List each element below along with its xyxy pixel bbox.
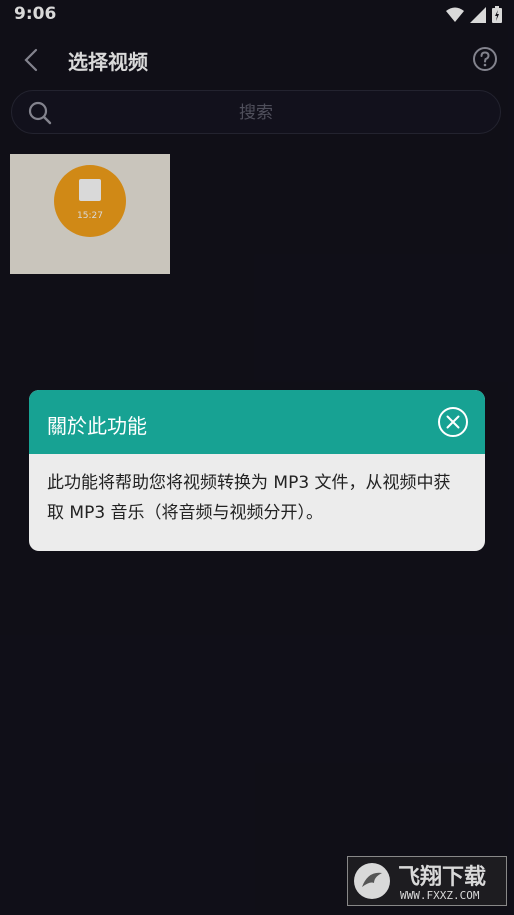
dialog-close-button[interactable] bbox=[437, 406, 469, 438]
dialog-body-text: 此功能将帮助您将视频转换为 MP3 文件，从视频中获取 MP3 音乐（将音频与视… bbox=[47, 473, 451, 523]
fxxz-logo-icon bbox=[354, 863, 390, 899]
watermark: 飞翔下载 WWW.FXXZ.COM bbox=[347, 856, 507, 906]
about-feature-dialog: 關於此功能 此功能将帮助您将视频转换为 MP3 文件，从视频中获取 MP3 音乐… bbox=[29, 390, 485, 551]
dialog-header: 關於此功能 bbox=[29, 390, 485, 454]
watermark-url: WWW.FXXZ.COM bbox=[400, 889, 480, 902]
dialog-title: 關於此功能 bbox=[47, 414, 147, 438]
close-circle-icon bbox=[438, 407, 468, 437]
watermark-text: 飞翔下载 bbox=[398, 865, 487, 890]
